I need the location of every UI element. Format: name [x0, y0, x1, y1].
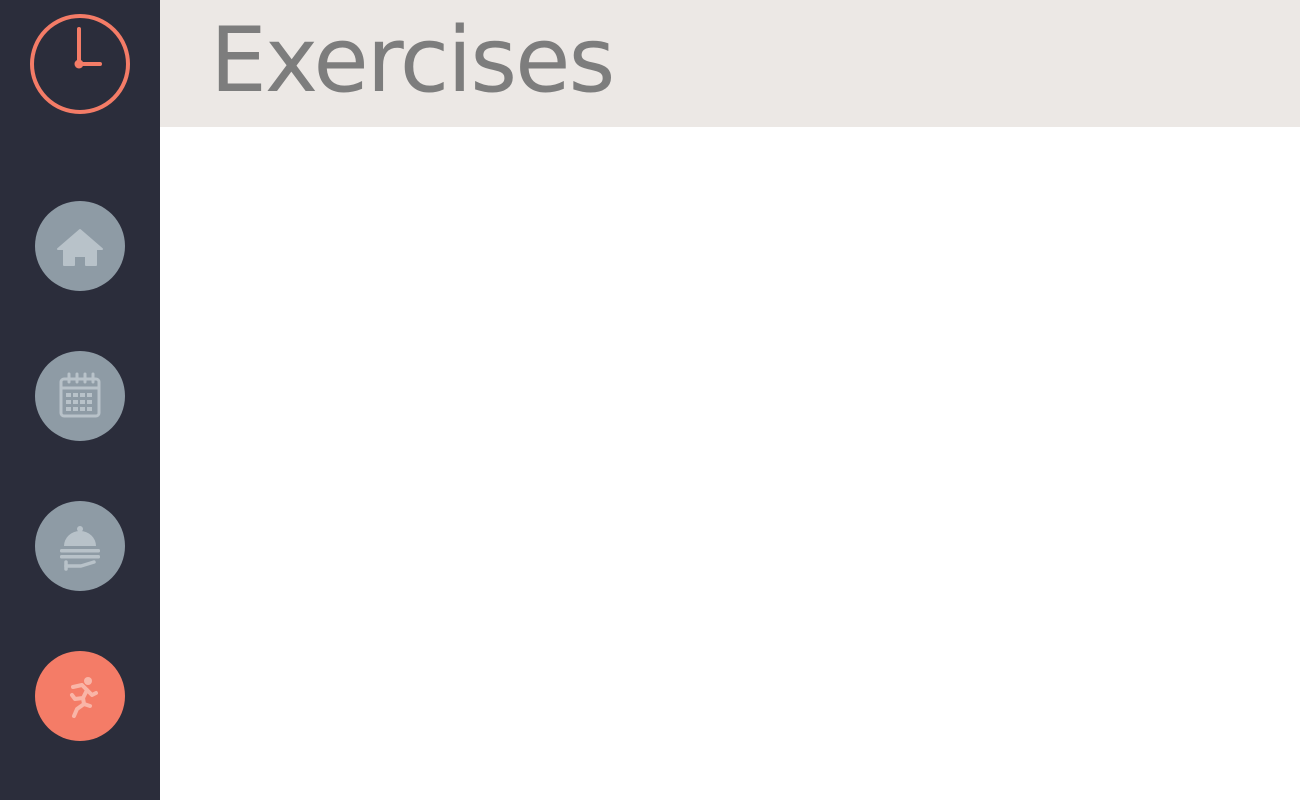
main-content	[160, 127, 1300, 800]
page-title: Exercises	[210, 8, 615, 113]
sidebar-item-meals[interactable]	[35, 501, 125, 591]
sidebar	[0, 0, 160, 800]
sidebar-item-exercises[interactable]	[35, 651, 125, 741]
page-header: Exercises	[160, 0, 1300, 127]
meal-cloche-icon	[60, 526, 100, 571]
sidebar-item-calendar[interactable]	[35, 351, 125, 441]
clock-icon	[30, 14, 130, 114]
calendar-icon	[59, 372, 101, 418]
app-logo[interactable]	[29, 13, 131, 115]
running-person-icon	[70, 677, 98, 718]
app-window: Exercises	[0, 0, 1300, 800]
home-icon	[57, 229, 103, 266]
sidebar-item-home[interactable]	[35, 201, 125, 291]
